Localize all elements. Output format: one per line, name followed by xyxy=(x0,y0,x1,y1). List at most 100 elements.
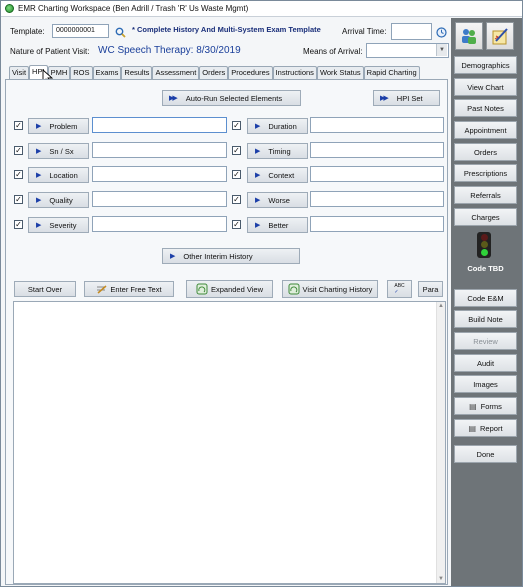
nature-of-visit-value: WC Speech Therapy: 8/30/2019 xyxy=(98,45,241,56)
people-icon[interactable] xyxy=(455,22,483,50)
review-button: Review xyxy=(454,332,517,350)
expanded-view-icon xyxy=(196,283,208,295)
visit-charting-history-label: Visit Charting History xyxy=(302,284,373,294)
notes-scrollbar[interactable]: ▲ ▼ xyxy=(436,302,445,583)
timing-checkbox[interactable]: ✓ xyxy=(232,146,241,155)
context-field[interactable] xyxy=(310,166,444,182)
clock-icon[interactable] xyxy=(434,25,448,39)
worse-checkbox[interactable]: ✓ xyxy=(232,195,241,204)
problem-button[interactable]: ▶ Problem xyxy=(28,118,89,134)
duration-field[interactable] xyxy=(310,117,444,133)
hpi-set-button[interactable]: ▶▶ HPI Set xyxy=(373,90,440,106)
notes-text-area[interactable]: ▲ ▼ xyxy=(13,301,446,584)
better-button[interactable]: ▶ Better xyxy=(247,217,308,233)
demographics-button[interactable]: Demographics xyxy=(454,56,517,74)
severity-button[interactable]: ▶ Severity xyxy=(28,217,89,233)
severity-field[interactable] xyxy=(92,216,227,232)
spell-check-button[interactable]: ABC ✓ xyxy=(387,280,412,298)
arrow-right-icon: ▶ xyxy=(255,148,261,155)
severity-checkbox[interactable]: ✓ xyxy=(14,220,23,229)
referrals-button[interactable]: Referrals xyxy=(454,186,517,204)
location-button[interactable]: ▶ Location xyxy=(28,167,89,183)
quality-field[interactable] xyxy=(92,191,227,207)
sn-sx-button[interactable]: ▶ Sn / Sx xyxy=(28,143,89,159)
forms-icon: ▤ xyxy=(469,401,477,411)
past-notes-button[interactable]: Past Notes xyxy=(454,99,517,117)
other-interim-history-button[interactable]: ▶ Other Interim History xyxy=(162,248,300,264)
problem-checkbox[interactable]: ✓ xyxy=(14,121,23,130)
sign-note-icon[interactable] xyxy=(486,22,514,50)
visit-charting-history-button[interactable]: Visit Charting History xyxy=(282,280,378,298)
duration-button[interactable]: ▶ Duration xyxy=(247,118,308,134)
audit-button[interactable]: Audit xyxy=(454,354,517,372)
means-of-arrival-select[interactable]: ▼ xyxy=(366,43,449,58)
prescriptions-button[interactable]: Prescriptions xyxy=(454,164,517,182)
orders-button[interactable]: Orders xyxy=(454,143,517,161)
images-button[interactable]: Images xyxy=(454,375,517,393)
tab-visit[interactable]: Visit xyxy=(9,66,30,79)
context-label: Context xyxy=(268,170,295,180)
location-field[interactable] xyxy=(92,166,227,182)
arrow-right-icon: ▶ xyxy=(36,197,42,204)
scroll-up-icon[interactable]: ▲ xyxy=(438,303,444,309)
better-field[interactable] xyxy=(310,216,444,232)
report-button[interactable]: ▤ Report xyxy=(454,419,517,437)
auto-run-selected-elements-button[interactable]: ▶▶ Auto-Run Selected Elements xyxy=(162,90,301,106)
expanded-view-label: Expanded View xyxy=(211,284,263,294)
duration-checkbox[interactable]: ✓ xyxy=(232,121,241,130)
severity-label: Severity xyxy=(49,220,77,230)
tab-procedures[interactable]: Procedures xyxy=(228,66,273,79)
problem-field[interactable] xyxy=(92,117,227,133)
scroll-down-icon[interactable]: ▼ xyxy=(438,576,444,582)
chevron-down-icon[interactable]: ▼ xyxy=(436,44,447,56)
worse-button[interactable]: ▶ Worse xyxy=(247,192,308,208)
done-button[interactable]: Done xyxy=(454,445,517,463)
quality-button[interactable]: ▶ Quality xyxy=(28,192,89,208)
context-checkbox[interactable]: ✓ xyxy=(232,170,241,179)
tab-results[interactable]: Results xyxy=(121,66,153,79)
tab-ros[interactable]: ROS xyxy=(70,66,93,79)
timing-button[interactable]: ▶ Timing xyxy=(247,143,308,159)
traffic-light-icon xyxy=(477,232,491,258)
enter-free-text-button[interactable]: Enter Free Text xyxy=(84,281,174,297)
template-name: * Complete History And Multi-System Exam… xyxy=(132,25,321,34)
timing-field[interactable] xyxy=(310,142,444,158)
tab-orders[interactable]: Orders xyxy=(199,66,229,79)
context-button[interactable]: ▶ Context xyxy=(247,167,308,183)
tab-rapid-charting[interactable]: Rapid Charting xyxy=(363,66,420,79)
template-search-icon[interactable] xyxy=(113,25,127,39)
quality-checkbox[interactable]: ✓ xyxy=(14,195,23,204)
nature-of-visit-label: Nature of Patient Visit: xyxy=(10,47,90,56)
view-chart-button[interactable]: View Chart xyxy=(454,78,517,96)
better-checkbox[interactable]: ✓ xyxy=(232,220,241,229)
location-checkbox[interactable]: ✓ xyxy=(14,170,23,179)
tab-instructions[interactable]: Instructions xyxy=(272,66,317,79)
sn-sx-label: Sn / Sx xyxy=(49,146,74,156)
template-number-field[interactable]: 0000000001 xyxy=(52,24,109,38)
appointment-button[interactable]: Appointment xyxy=(454,121,517,139)
code-em-button[interactable]: Code E&M xyxy=(454,289,517,307)
arrival-time-field[interactable] xyxy=(391,23,432,40)
tab-work-status[interactable]: Work Status xyxy=(316,66,364,79)
expanded-view-button[interactable]: Expanded View xyxy=(186,280,273,298)
arrow-right-icon: ▶ xyxy=(36,123,42,130)
start-over-button[interactable]: Start Over xyxy=(14,281,76,297)
tab-exams[interactable]: Exams xyxy=(92,66,122,79)
tab-assessment[interactable]: Assessment xyxy=(152,66,200,79)
report-icon: ▤ xyxy=(468,423,477,433)
sn-sx-checkbox[interactable]: ✓ xyxy=(14,146,23,155)
chart-tabs: Visit HPI PMH ROS Exams Results Assessme… xyxy=(9,65,420,79)
hpi-set-label: HPI Set xyxy=(396,93,423,103)
template-label: Template: xyxy=(10,27,45,36)
code-status-label: Code TBD xyxy=(467,264,504,273)
sn-sx-field[interactable] xyxy=(92,142,227,158)
action-sidebar: Demographics View Chart Past Notes Appoi… xyxy=(451,18,522,586)
charges-button[interactable]: Charges xyxy=(454,208,517,226)
better-label: Better xyxy=(268,220,289,230)
worse-field[interactable] xyxy=(310,191,444,207)
enter-free-text-label: Enter Free Text xyxy=(110,284,162,294)
para-button[interactable]: Para xyxy=(418,281,443,297)
arrow-right-icon: ▶ xyxy=(255,123,261,130)
forms-button[interactable]: ▤ Forms xyxy=(454,397,517,415)
build-note-button[interactable]: Build Note xyxy=(454,310,517,328)
